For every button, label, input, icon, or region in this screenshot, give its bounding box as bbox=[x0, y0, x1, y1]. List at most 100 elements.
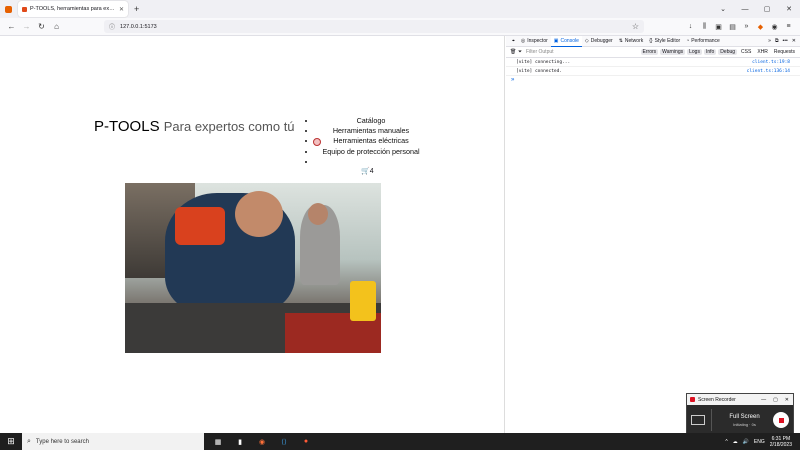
file-explorer-icon[interactable]: ▮ bbox=[234, 438, 246, 446]
clock-date: 2/18/2023 bbox=[769, 441, 792, 448]
clear-console-icon[interactable]: 🗑 bbox=[510, 49, 518, 55]
new-tab-button[interactable]: + bbox=[134, 4, 139, 14]
firefox-icon[interactable]: ◉ bbox=[256, 438, 268, 446]
tab-debugger[interactable]: ◇ Debugger bbox=[582, 36, 616, 47]
task-view-icon[interactable]: ▦ bbox=[212, 438, 224, 446]
search-placeholder: Type here to search bbox=[35, 438, 89, 445]
close-devtools-icon[interactable]: ✕ bbox=[792, 38, 796, 44]
recorder-minimize-button[interactable]: — bbox=[761, 397, 766, 403]
pick-element-icon[interactable]: ⌖ bbox=[509, 36, 518, 47]
site-info-icon[interactable]: ⓘ bbox=[109, 22, 115, 31]
log-source-link[interactable]: client.ts:136:14 bbox=[747, 69, 790, 74]
maximize-button[interactable]: ▢ bbox=[756, 5, 778, 13]
tab-strip: P-TOOLS, herramientas para expertos ✕ + … bbox=[0, 0, 800, 18]
menu-item-proteccion[interactable]: Equipo de protección personal bbox=[316, 147, 420, 157]
cart-icon: 🛒 bbox=[361, 168, 370, 175]
filter-errors[interactable]: Errors bbox=[640, 49, 659, 55]
filter-warnings[interactable]: Warnings bbox=[660, 49, 686, 55]
filter-logs[interactable]: Logs bbox=[687, 49, 702, 55]
system-tray: ^ ☁ 🔊 ENG 6:31 PM 2/18/2023 bbox=[725, 436, 800, 448]
toolbar-icons: ↓ ⫼ ▣ ▤ » ◆ ◉ ≡ bbox=[685, 23, 800, 31]
page-viewport: P-TOOLS Para expertos como tú Catálogo H… bbox=[0, 36, 505, 433]
devtools-tabs: ⌖ ◎ Inspector ▣ Console ◇ Debugger ⇅ Network… bbox=[506, 35, 800, 47]
tab-favicon-icon bbox=[22, 6, 27, 12]
hero-image bbox=[125, 183, 381, 353]
screen-recorder-widget: Screen Recorder — ▢ ✕ Full Screen Initia… bbox=[686, 393, 794, 435]
url-text[interactable]: 127.0.0.1:5173 bbox=[120, 24, 632, 30]
overflow-icon[interactable]: » bbox=[741, 23, 752, 31]
extension-icon[interactable]: ◆ bbox=[755, 23, 766, 31]
taskbar: ⊞ ⌕ Type here to search ▦ ▮ ◉ ⟨⟩ ● ^ ☁ 🔊… bbox=[0, 433, 800, 450]
dock-icon[interactable]: ⧉ bbox=[775, 38, 779, 44]
filter-info[interactable]: Info bbox=[703, 49, 717, 55]
console-row: [vite] connected. client.ts:136:14 bbox=[506, 67, 800, 76]
more-tools-icon[interactable]: » bbox=[768, 38, 771, 44]
start-button[interactable]: ⊞ bbox=[0, 436, 22, 447]
filter-xhr[interactable]: XHR bbox=[755, 49, 770, 55]
tab-style-editor[interactable]: {} Style Editor bbox=[646, 36, 683, 47]
forward-icon[interactable]: → bbox=[19, 22, 34, 31]
brand-name: P-TOOLS bbox=[94, 118, 160, 135]
taskbar-search[interactable]: ⌕ Type here to search bbox=[22, 433, 204, 450]
tab-console[interactable]: ▣ Console bbox=[550, 35, 582, 47]
site-logo[interactable]: P-TOOLS Para expertos como tú bbox=[94, 118, 295, 135]
cart-link[interactable]: 🛒4 bbox=[361, 167, 374, 175]
log-source-link[interactable]: client.ts:19:8 bbox=[752, 60, 790, 65]
vscode-icon[interactable]: ⟨⟩ bbox=[278, 438, 290, 446]
options-icon[interactable]: ••• bbox=[783, 38, 788, 44]
filter-output-input[interactable]: Filter Output bbox=[526, 49, 641, 55]
volume-icon[interactable]: 🔊 bbox=[743, 439, 749, 445]
back-icon[interactable]: ← bbox=[4, 22, 19, 31]
library-icon[interactable]: ⫼ bbox=[699, 23, 710, 31]
home-icon[interactable]: ⌂ bbox=[49, 22, 64, 31]
recorder-maximize-button[interactable]: ▢ bbox=[773, 397, 778, 403]
tab-performance[interactable]: ◔ Performance bbox=[683, 36, 723, 47]
close-window-button[interactable]: ✕ bbox=[778, 5, 800, 13]
menu-item-empty[interactable] bbox=[316, 157, 420, 167]
address-bar[interactable]: ⓘ 127.0.0.1:5173 ☆ bbox=[104, 20, 644, 33]
bookmark-star-icon[interactable]: ☆ bbox=[632, 22, 639, 31]
recorder-close-button[interactable]: ✕ bbox=[785, 397, 789, 403]
filter-debug[interactable]: Debug bbox=[718, 49, 738, 55]
list-tabs-icon[interactable]: ⌄ bbox=[712, 5, 734, 13]
tab-network[interactable]: ⇅ Network bbox=[616, 36, 647, 47]
menu-icon[interactable]: ≡ bbox=[783, 23, 794, 31]
log-message: [vite] connecting... bbox=[516, 59, 571, 65]
nav-toolbar: ← → ↻ ⌂ ⓘ 127.0.0.1:5173 ☆ ↓ ⫼ ▣ ▤ » ◆ ◉… bbox=[0, 18, 800, 36]
reload-icon[interactable]: ↻ bbox=[34, 22, 49, 31]
filter-requests[interactable]: Requests bbox=[772, 49, 797, 55]
recorder-title: Screen Recorder bbox=[698, 396, 736, 403]
brand-tagline: Para expertos como tú bbox=[163, 119, 295, 134]
account-icon[interactable]: ◉ bbox=[769, 23, 780, 31]
clock[interactable]: 6:31 PM 2/18/2023 bbox=[770, 436, 792, 448]
minimize-button[interactable]: — bbox=[734, 6, 756, 13]
recorder-titlebar: Screen Recorder — ▢ ✕ bbox=[687, 394, 793, 405]
recorder-status: Initiating · 0s bbox=[733, 421, 756, 427]
search-icon: ⌕ bbox=[27, 437, 31, 445]
language-indicator[interactable]: ENG bbox=[754, 439, 765, 445]
firefox-view-icon[interactable] bbox=[0, 0, 16, 18]
recorder-app-icon[interactable]: ● bbox=[300, 438, 312, 446]
downloads-icon[interactable]: ↓ bbox=[685, 23, 696, 31]
console-input[interactable]: » bbox=[506, 76, 800, 84]
monitor-icon[interactable] bbox=[691, 415, 705, 425]
log-message: [vite] connected. bbox=[516, 68, 563, 74]
browser-tab[interactable]: P-TOOLS, herramientas para expertos ✕ bbox=[18, 1, 128, 17]
filter-icon: ⏷ bbox=[518, 49, 523, 55]
filter-css[interactable]: CSS bbox=[739, 49, 753, 55]
tab-title: P-TOOLS, herramientas para expertos bbox=[30, 6, 116, 12]
reader-icon[interactable]: ▤ bbox=[727, 23, 738, 31]
sidebar-icon[interactable]: ▣ bbox=[713, 23, 724, 31]
clock-time: 6:31 PM bbox=[771, 435, 791, 442]
recorder-logo-icon bbox=[690, 397, 695, 402]
menu-item-catalogo[interactable]: Catálogo bbox=[316, 116, 420, 126]
stop-recording-button[interactable] bbox=[773, 412, 789, 428]
cart-count: 4 bbox=[369, 168, 374, 175]
network-icon[interactable]: ☁ bbox=[733, 439, 738, 445]
menu-item-manuales[interactable]: Herramientas manuales bbox=[316, 126, 420, 136]
recorder-mode: Full Screen bbox=[729, 413, 760, 420]
tab-inspector[interactable]: ◎ Inspector bbox=[518, 36, 551, 47]
tray-overflow-icon[interactable]: ^ bbox=[725, 439, 727, 445]
tab-close-icon[interactable]: ✕ bbox=[119, 6, 124, 13]
menu-item-electricas[interactable]: Herramientas eléctricas bbox=[316, 136, 420, 146]
